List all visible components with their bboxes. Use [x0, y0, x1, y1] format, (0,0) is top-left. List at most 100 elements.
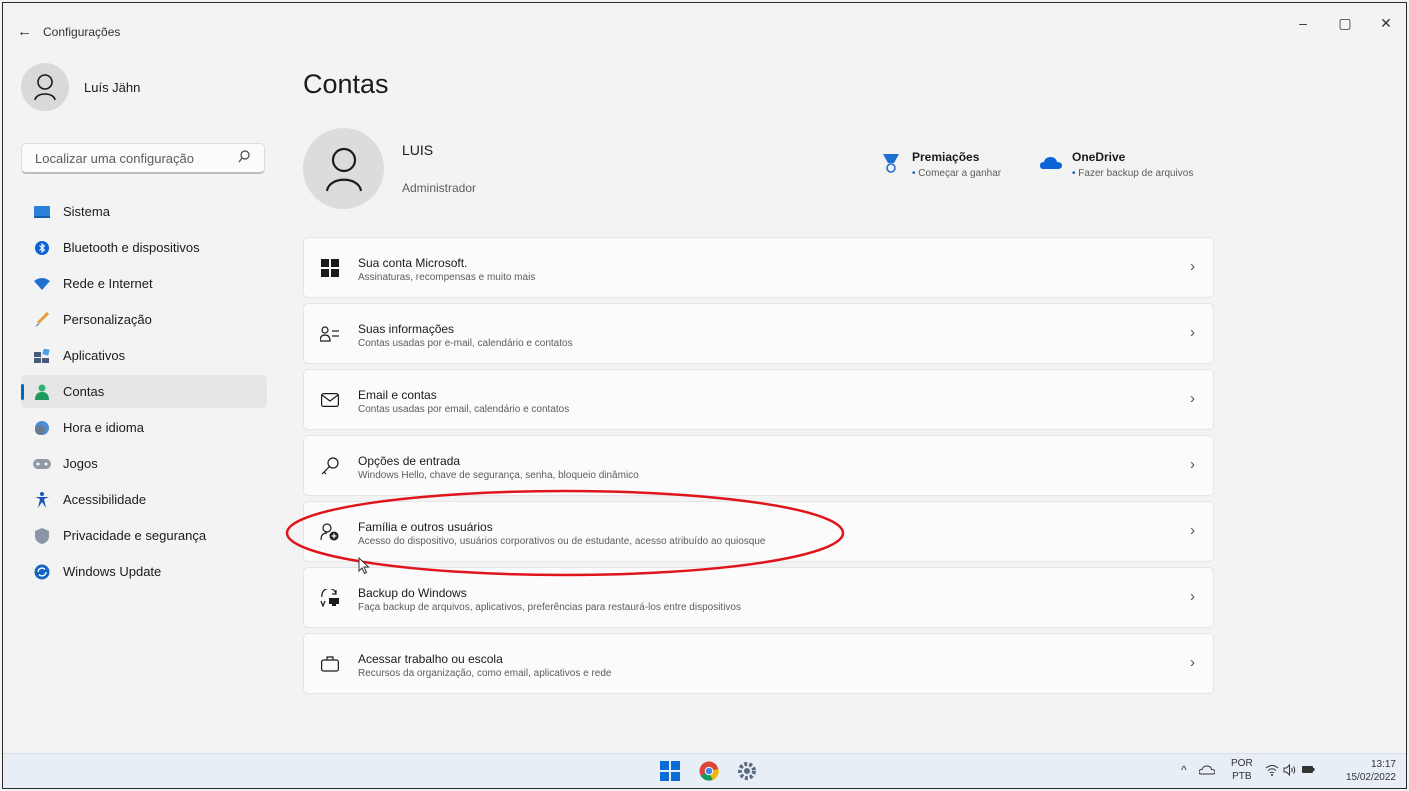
- key-icon: [319, 455, 341, 477]
- chevron-right-icon: ›: [1190, 258, 1195, 275]
- card-subtitle: Faça backup de arquivos, aplicativos, pr…: [358, 602, 741, 613]
- system-clock[interactable]: 13:17 15/02/2022: [1346, 758, 1396, 784]
- profile-name: LUIS: [402, 142, 434, 158]
- promo-title: Premiações: [912, 150, 980, 164]
- title-bar: ← Configurações – ▢ ✕: [3, 3, 1406, 47]
- sidebar-item-rede[interactable]: Rede e Internet: [21, 267, 267, 300]
- profile-role: Administrador: [402, 181, 477, 195]
- card-sign-in-options[interactable]: Opções de entrada Windows Hello, chave d…: [303, 435, 1214, 496]
- sidebar-item-bluetooth[interactable]: Bluetooth e dispositivos: [21, 231, 267, 264]
- close-button[interactable]: ✕: [1371, 15, 1401, 32]
- brush-icon: [33, 311, 51, 329]
- contact-card-icon: [319, 323, 341, 345]
- bluetooth-icon: [33, 239, 51, 257]
- trophy-icon: [883, 154, 899, 173]
- promo-onedrive[interactable]: OneDrive Fazer backup de arquivos: [1040, 150, 1193, 179]
- sidebar-item-jogos[interactable]: Jogos: [21, 447, 267, 480]
- battery-icon[interactable]: [1301, 764, 1315, 776]
- chevron-right-icon: ›: [1190, 324, 1195, 341]
- sidebar-item-contas[interactable]: Contas: [21, 375, 267, 408]
- sidebar-item-label: Sistema: [63, 204, 110, 219]
- sidebar-item-acessibilidade[interactable]: Acessibilidade: [21, 483, 267, 516]
- back-button[interactable]: ←: [17, 23, 32, 40]
- card-email-accounts[interactable]: Email e contas Contas usadas por email, …: [303, 369, 1214, 430]
- card-title: Acessar trabalho ou escola: [358, 652, 503, 666]
- card-title: Sua conta Microsoft.: [358, 256, 468, 270]
- sidebar-item-aplicativos[interactable]: Aplicativos: [21, 339, 267, 372]
- chevron-right-icon: ›: [1190, 522, 1195, 539]
- search-input[interactable]: [33, 144, 237, 173]
- sidebar-item-label: Privacidade e segurança: [63, 528, 207, 543]
- search-icon[interactable]: [238, 150, 250, 164]
- sidebar-item-label: Jogos: [63, 456, 98, 471]
- cloud-icon: [1040, 157, 1062, 169]
- tray-overflow-chevron-icon[interactable]: ^: [1181, 763, 1187, 777]
- card-title: Suas informações: [358, 322, 455, 336]
- wifi-tray-icon[interactable]: [1265, 764, 1279, 776]
- card-title: Opções de entrada: [358, 454, 461, 468]
- chevron-right-icon: ›: [1190, 588, 1195, 605]
- minimize-button[interactable]: –: [1288, 15, 1318, 31]
- language-code: POR: [1231, 758, 1253, 769]
- language-indicator[interactable]: POR PTB: [1231, 757, 1253, 783]
- promo-subtitle[interactable]: Começar a ganhar: [912, 168, 1001, 179]
- person-icon: [33, 383, 51, 401]
- apps-icon: [33, 347, 51, 365]
- sidebar-item-label: Bluetooth e dispositivos: [63, 240, 200, 255]
- card-title: Email e contas: [358, 388, 437, 402]
- settings-window: ← Configurações – ▢ ✕ Luís Jähn Sistema: [2, 2, 1407, 789]
- sidebar-item-privacidade[interactable]: Privacidade e segurança: [21, 519, 267, 552]
- sidebar-item-label: Personalização: [63, 312, 152, 327]
- card-subtitle: Contas usadas por email, calendário e co…: [358, 404, 570, 415]
- user-name: Luís Jähn: [84, 79, 141, 95]
- chevron-right-icon: ›: [1190, 456, 1195, 473]
- clock-date: 15/02/2022: [1345, 772, 1396, 783]
- user-profile[interactable]: Luís Jähn: [21, 62, 140, 112]
- sidebar-item-label: Windows Update: [63, 564, 162, 579]
- sidebar-item-sistema[interactable]: Sistema: [21, 195, 267, 228]
- chevron-right-icon: ›: [1190, 390, 1195, 407]
- wifi-icon: [33, 275, 51, 293]
- shield-icon: [33, 527, 51, 545]
- card-title: Backup do Windows: [358, 586, 467, 600]
- card-subtitle: Assinaturas, recompensas e muito mais: [358, 272, 536, 283]
- accessibility-icon: [33, 491, 51, 509]
- settings-card-list: Sua conta Microsoft. Assinaturas, recomp…: [303, 237, 1214, 699]
- card-family-other-users[interactable]: Família e outros usuários Acesso do disp…: [303, 501, 1214, 562]
- promo-subtitle[interactable]: Fazer backup de arquivos: [1072, 168, 1193, 179]
- card-your-info[interactable]: Suas informações Contas usadas por e-mai…: [303, 303, 1214, 364]
- family-icon: [319, 521, 341, 543]
- update-icon: [33, 563, 51, 581]
- backup-icon: [319, 587, 341, 609]
- card-subtitle: Recursos da organização, como email, apl…: [358, 668, 612, 679]
- maximize-button[interactable]: ▢: [1330, 15, 1360, 32]
- keyboard-layout: PTB: [1232, 771, 1252, 782]
- search-box[interactable]: [21, 143, 265, 174]
- card-windows-backup[interactable]: Backup do Windows Faça backup de arquivo…: [303, 567, 1214, 628]
- sidebar-item-windows-update[interactable]: Windows Update: [21, 555, 267, 588]
- microsoft-logo-icon: [319, 257, 341, 279]
- mail-icon: [319, 389, 341, 411]
- sidebar-nav: Sistema Bluetooth e dispositivos Rede e …: [21, 195, 267, 591]
- start-icon[interactable]: [658, 759, 682, 783]
- onedrive-tray-icon[interactable]: [1199, 765, 1215, 775]
- promo-rewards[interactable]: Premiações Começar a ganhar: [880, 150, 1001, 179]
- page-title: Contas: [303, 69, 389, 99]
- card-subtitle: Contas usadas por e-mail, calendário e c…: [358, 338, 573, 349]
- card-work-school[interactable]: Acessar trabalho ou escola Recursos da o…: [303, 633, 1214, 694]
- chevron-right-icon: ›: [1190, 654, 1195, 671]
- sidebar-item-label: Contas: [63, 384, 105, 399]
- person-icon: [325, 147, 362, 191]
- sidebar-item-label: Acessibilidade: [63, 492, 147, 507]
- card-microsoft-account[interactable]: Sua conta Microsoft. Assinaturas, recomp…: [303, 237, 1214, 298]
- sidebar-item-hora-idioma[interactable]: Hora e idioma: [21, 411, 267, 444]
- card-subtitle: Acesso do dispositivo, usuários corporat…: [358, 536, 766, 547]
- gamepad-icon: [33, 455, 51, 473]
- globe-clock-icon: [33, 419, 51, 437]
- volume-icon[interactable]: [1283, 764, 1297, 776]
- profile-avatar: [303, 128, 384, 209]
- chrome-icon[interactable]: [697, 759, 721, 783]
- window-title: Configurações: [43, 25, 121, 39]
- settings-gear-icon[interactable]: [735, 759, 759, 783]
- sidebar-item-personalizacao[interactable]: Personalização: [21, 303, 267, 336]
